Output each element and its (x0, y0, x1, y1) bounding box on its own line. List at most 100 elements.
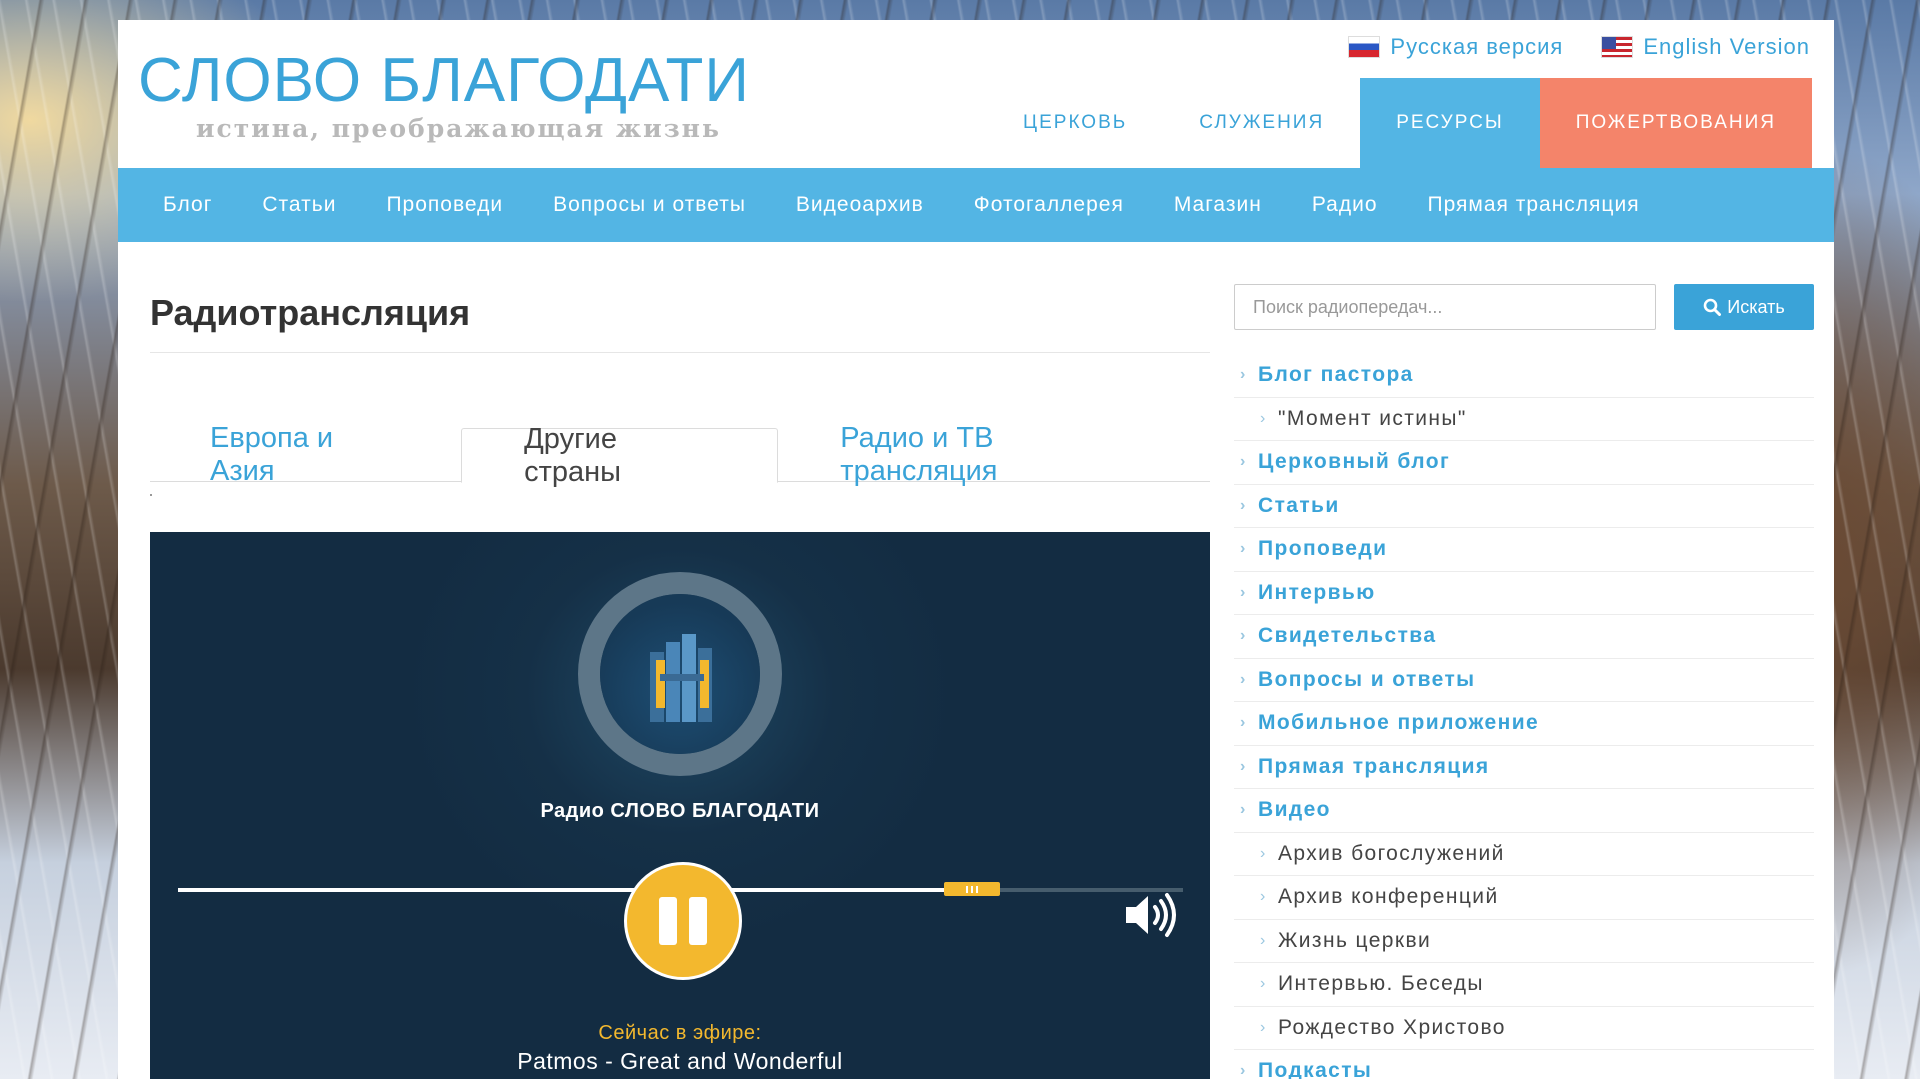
subnav-live[interactable]: Прямая трансляция (1403, 193, 1665, 217)
subnav-video-archive[interactable]: Видеоархив (771, 193, 949, 217)
subnav-radio[interactable]: Радио (1287, 193, 1403, 217)
sidebar-item[interactable]: › Жизнь церкви (1234, 920, 1814, 963)
lang-russian-label: Русская версия (1390, 34, 1564, 59)
search-button-label: Искать (1727, 296, 1785, 317)
sidebar-item-label: Блог пастора (1258, 363, 1414, 387)
sidebar-item-label: Проповеди (1258, 537, 1388, 561)
sidebar-item-label: Вопросы и ответы (1258, 667, 1476, 691)
sidebar-item-label: Мобильное приложение (1258, 711, 1540, 735)
tab-radio-tv[interactable]: Радио и ТВ трансляция (778, 422, 1210, 487)
sidebar-item[interactable]: › Интервью (1234, 572, 1814, 615)
chevron-right-icon: › (1260, 975, 1267, 993)
divider-dot (150, 494, 152, 496)
sidebar-item[interactable]: › Проповеди (1234, 528, 1814, 572)
sidebar-item-label: Рождество Христово (1278, 1015, 1506, 1039)
pause-icon (659, 897, 677, 945)
now-playing-track: Patmos - Great and Wonderful (517, 1048, 843, 1074)
logo-title: СЛОВО БЛАГОДАТИ (138, 46, 750, 115)
sidebar-item[interactable]: › Видео (1234, 789, 1814, 833)
sidebar-item-label: Свидетельства (1258, 624, 1437, 648)
search-icon (1703, 298, 1722, 316)
radio-player: Радио СЛОВО БЛАГОДАТИ Сейчас в эфире: Pa… (150, 532, 1210, 1079)
chevron-right-icon: › (1240, 453, 1247, 471)
sidebar-item[interactable]: › Архив богослужений (1234, 833, 1814, 876)
subnav-blog[interactable]: Блог (138, 193, 237, 217)
usa-flag-icon (1601, 36, 1634, 58)
sidebar-item[interactable]: › Архив конференций (1234, 876, 1814, 920)
site-logo[interactable]: СЛОВО БЛАГОДАТИ истина, преображающая жи… (138, 46, 750, 144)
sidebar-item[interactable]: › Статьи (1234, 485, 1814, 528)
lang-english-label: English Version (1643, 34, 1810, 59)
chevron-right-icon: › (1240, 540, 1247, 558)
sidebar-item-label: Видео (1258, 798, 1331, 822)
topnav-donate[interactable]: ПОЖЕРТВОВАНИЯ (1539, 78, 1812, 168)
volume-icon[interactable] (1124, 892, 1180, 943)
topnav-church[interactable]: ЦЕРКОВЬ (987, 78, 1163, 168)
sidebar-item[interactable]: › "Момент истины" (1234, 398, 1814, 441)
progress-fill (178, 888, 972, 892)
now-playing-label: Сейчас в эфире: (598, 1022, 762, 1044)
topnav-resources[interactable]: РЕСУРСЫ (1360, 78, 1540, 168)
sidebar-item[interactable]: › Подкасты (1234, 1050, 1814, 1079)
station-logo-icon (600, 594, 760, 754)
sidebar-item[interactable]: › Свидетельства (1234, 615, 1814, 659)
logo-subtitle: истина, преображающая жизнь (196, 114, 721, 143)
header: СЛОВО БЛАГОДАТИ истина, преображающая жи… (118, 20, 1834, 168)
chevron-right-icon: › (1260, 409, 1267, 427)
chevron-right-icon: › (1240, 627, 1247, 645)
sidebar-item-label: Интервью (1258, 580, 1376, 604)
sidebar-menu: › Блог пастора › "Момент истины" › Церковный … (1234, 354, 1814, 1079)
sidebar-item-label: Жизнь церкви (1278, 928, 1432, 952)
sidebar-item-label: Архив конференций (1278, 885, 1499, 909)
station-name: Радио СЛОВО БЛАГОДАТИ (540, 800, 820, 822)
chevron-right-icon: › (1240, 670, 1247, 688)
topnav-ministries[interactable]: СЛУЖЕНИЯ (1163, 78, 1360, 168)
sidebar-item[interactable]: › Церковный блог (1234, 441, 1814, 485)
chevron-right-icon: › (1260, 844, 1267, 862)
lang-russian-link[interactable]: Русская версия (1348, 34, 1563, 60)
pause-button[interactable] (624, 862, 742, 980)
chevron-right-icon: › (1240, 757, 1247, 775)
subnav-photo-gallery[interactable]: Фотогаллерея (949, 193, 1149, 217)
sidebar-item-label: Прямая трансляция (1258, 754, 1490, 778)
sidebar-item-label: Интервью. Беседы (1278, 972, 1484, 996)
chevron-right-icon: › (1260, 888, 1267, 906)
sidebar-item[interactable]: › Мобильное приложение (1234, 702, 1814, 746)
sidebar-item-label: Архив богослужений (1278, 841, 1505, 865)
chevron-right-icon: › (1260, 931, 1267, 949)
sidebar-item[interactable]: › Блог пастора (1234, 354, 1814, 398)
chevron-right-icon: › (1240, 366, 1247, 384)
page-title: Радиотрансляция (150, 292, 471, 333)
sidebar-item[interactable]: › Интервью. Беседы (1234, 963, 1814, 1007)
subnav-articles[interactable]: Статьи (237, 193, 361, 217)
progress-handle[interactable] (943, 882, 1000, 896)
chevron-right-icon: › (1240, 801, 1247, 819)
sidebar: Искать › Блог пастора › "Момент истины" › Цер… (1234, 284, 1814, 1079)
search-input[interactable] (1234, 284, 1656, 330)
chevron-right-icon: › (1260, 1018, 1267, 1036)
search-button[interactable]: Искать (1674, 284, 1814, 330)
chevron-right-icon: › (1240, 714, 1247, 732)
sidebar-item[interactable]: › Рождество Христово (1234, 1007, 1814, 1050)
sidebar-item-label: "Момент истины" (1278, 406, 1467, 430)
subnav-sermons[interactable]: Проповеди (361, 193, 528, 217)
chevron-right-icon: › (1240, 496, 1247, 514)
top-nav: ЦЕРКОВЬ СЛУЖЕНИЯ РЕСУРСЫ ПОЖЕРТВОВАНИЯ (987, 78, 1812, 168)
tab-europe-asia[interactable]: Европа и Азия (150, 422, 461, 487)
sidebar-item[interactable]: › Прямая трансляция (1234, 746, 1814, 789)
chevron-right-icon: › (1240, 583, 1247, 601)
subnav-qa[interactable]: Вопросы и ответы (528, 193, 771, 217)
sidebar-item[interactable]: › Вопросы и ответы (1234, 659, 1814, 702)
subnav-store[interactable]: Магазин (1149, 193, 1287, 217)
language-switcher: Русская версия English Version (1348, 34, 1810, 60)
sidebar-item-label: Статьи (1258, 493, 1340, 517)
sub-nav: Блог Статьи Проповеди Вопросы и ответы В… (118, 168, 1834, 242)
sidebar-item-label: Подкасты (1258, 1059, 1373, 1079)
title-divider (150, 352, 1210, 353)
lang-english-link[interactable]: English Version (1601, 34, 1810, 60)
sidebar-item-label: Церковный блог (1258, 450, 1451, 474)
chevron-right-icon: › (1240, 1062, 1247, 1079)
page-container: СЛОВО БЛАГОДАТИ истина, преображающая жи… (118, 20, 1834, 1079)
tab-other-countries[interactable]: Другие страны (461, 423, 779, 488)
region-tabs: Европа и Азия Другие страны Радио и ТВ т… (150, 422, 1210, 488)
